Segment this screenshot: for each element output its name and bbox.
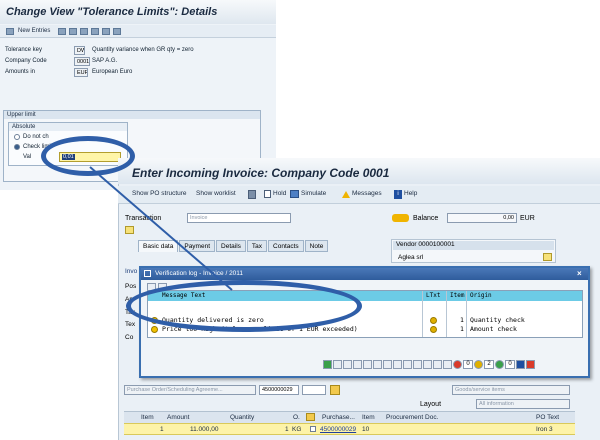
message-highlight-ellipse [126, 280, 362, 332]
value-highlight-ellipse [41, 136, 135, 176]
connector-line [89, 166, 233, 291]
annotation-layer [89, 166, 233, 291]
